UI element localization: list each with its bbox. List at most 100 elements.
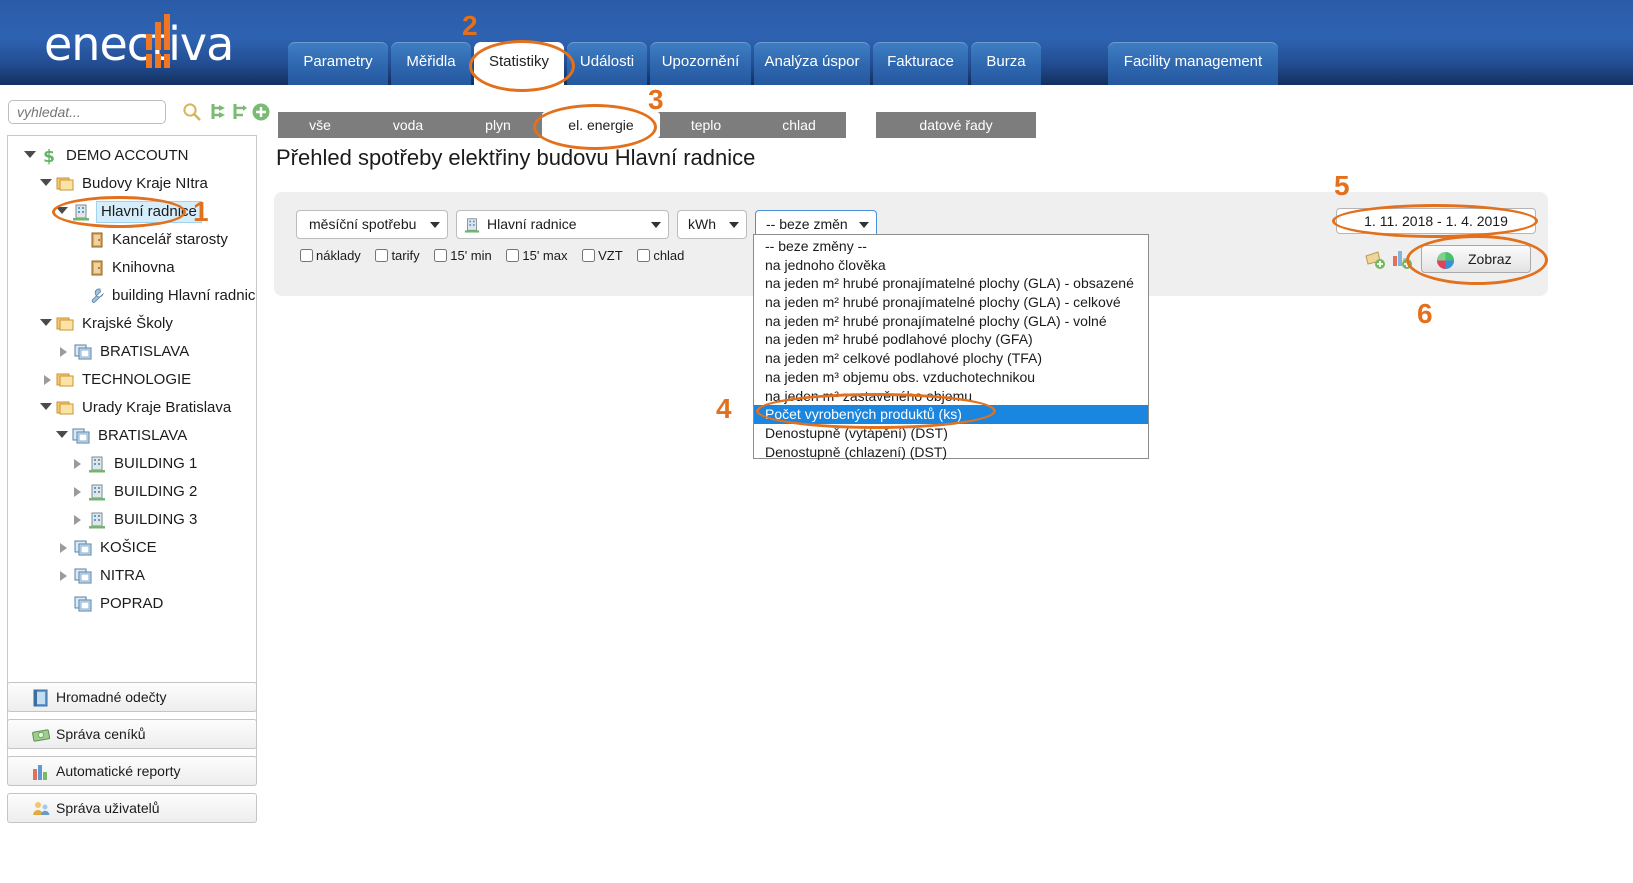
automatic-reports-button[interactable]: Automatické reporty	[7, 756, 257, 786]
tree-item-hlavni-radnice[interactable]: Hlavní radnice	[8, 198, 256, 226]
subnav-datove-rady[interactable]: datové řady	[876, 112, 1036, 138]
chevron-right-icon[interactable]	[44, 375, 51, 385]
chevron-right-icon[interactable]	[74, 459, 81, 469]
user-management-button[interactable]: Správa uživatelů	[7, 793, 257, 823]
tree-item-poprad[interactable]: POPRAD	[8, 590, 256, 618]
chevron-down-icon[interactable]	[56, 207, 68, 214]
collapse-tree-icon[interactable]	[229, 102, 249, 122]
tree-item-kosice[interactable]: KOŠICE	[8, 534, 256, 562]
chevron-right-icon[interactable]	[60, 543, 67, 553]
tab-burza[interactable]: Burza	[971, 42, 1041, 85]
tree-item-budovy-kraje-nitra[interactable]: Budovy Kraje NItra	[8, 170, 256, 198]
tree-item-bratislava-urady[interactable]: BRATISLAVA	[8, 422, 256, 450]
tree-item-knihovna[interactable]: Knihovna	[8, 254, 256, 282]
chevron-right-icon[interactable]	[74, 515, 81, 525]
tree-item-building-2[interactable]: BUILDING 2	[8, 478, 256, 506]
metric-checkboxes: náklady tarify 15' min 15' max VZT chlad	[296, 246, 691, 265]
subnav-vse[interactable]: vše	[278, 112, 362, 138]
dropdown-option[interactable]: na jeden m² celkové podlahové plochy (TF…	[754, 349, 1148, 368]
svg-text:$: $	[43, 147, 55, 165]
tree-item-bratislava-skoly[interactable]: BRATISLAVA	[8, 338, 256, 366]
subnav-teplo[interactable]: teplo	[660, 112, 752, 138]
subnav-voda[interactable]: voda	[362, 112, 454, 138]
checkbox-input[interactable]	[300, 249, 313, 262]
dropdown-option-selected[interactable]: Počet vyrobených produktů (ks)	[754, 405, 1148, 424]
add-chart-icon[interactable]	[1391, 248, 1413, 270]
tree-item-krajske-skoly[interactable]: Krajské Školy	[8, 310, 256, 338]
dropdown-option[interactable]: na jeden m³ objemu obs. vzduchotechnikou	[754, 368, 1148, 387]
subnav-chlad[interactable]: chlad	[752, 112, 846, 138]
search-icon[interactable]	[182, 102, 202, 122]
chevron-down-icon[interactable]	[40, 403, 52, 410]
tree-item-label: BRATISLAVA	[100, 338, 189, 366]
tree-item-label: Budovy Kraje NItra	[82, 170, 208, 198]
checkbox-input[interactable]	[637, 249, 650, 262]
date-range-field[interactable]: 1. 11. 2018 - 1. 4. 2019	[1336, 208, 1536, 234]
search-input[interactable]	[8, 100, 166, 124]
dropdown-option[interactable]: na jeden m² hrubé pronajímatelné plochy …	[754, 312, 1148, 331]
unit-select-value: kWh	[688, 216, 716, 232]
tab-label: Události	[580, 53, 634, 70]
chevron-right-icon[interactable]	[60, 571, 67, 581]
add-icon[interactable]	[251, 102, 271, 122]
checkbox-tarify[interactable]: tarify	[371, 248, 419, 263]
show-button[interactable]: Zobraz	[1421, 245, 1531, 273]
unit-select[interactable]: kWh	[677, 210, 747, 239]
chevron-right-icon[interactable]	[60, 347, 67, 357]
tab-udalosti[interactable]: Události	[567, 42, 647, 85]
chevron-down-icon[interactable]	[40, 319, 52, 326]
object-tree[interactable]: $ DEMO ACCOUTN Budovy Kraje NItra Hlavní…	[7, 135, 257, 760]
dropdown-option[interactable]: na jeden m² hrubé pronajímatelné plochy …	[754, 274, 1148, 293]
expand-tree-icon[interactable]	[207, 102, 227, 122]
subnav-el-energie[interactable]: el. energie	[542, 112, 660, 138]
show-button-label: Zobraz	[1468, 246, 1512, 272]
tree-item-demo-accoutn[interactable]: $ DEMO ACCOUTN	[8, 142, 256, 170]
checkbox-vzt[interactable]: VZT	[578, 248, 623, 263]
dropdown-option[interactable]: -- beze změny --	[754, 237, 1148, 256]
checkbox-input[interactable]	[582, 249, 595, 262]
checkbox-input[interactable]	[506, 249, 519, 262]
dropdown-option[interactable]: na jednoho člověka	[754, 256, 1148, 275]
object-select[interactable]: Hlavní radnice	[456, 210, 669, 239]
checkbox-chlad[interactable]: chlad	[633, 248, 684, 263]
tree-item-building-3[interactable]: BUILDING 3	[8, 506, 256, 534]
tab-analyza-uspor[interactable]: Analýza úspor	[754, 42, 870, 85]
export-excel-icon[interactable]	[1364, 248, 1386, 270]
tree-item-building-1[interactable]: BUILDING 1	[8, 450, 256, 478]
period-select[interactable]: měsíční spotřebu	[296, 210, 448, 239]
chevron-right-icon[interactable]	[74, 487, 81, 497]
tree-item-label: Knihovna	[112, 254, 175, 282]
dropdown-option[interactable]: na jeden m³ zastavěného objemu	[754, 387, 1148, 406]
checkbox-input[interactable]	[434, 249, 447, 262]
campus-icon	[74, 343, 92, 361]
checkbox-naklady[interactable]: náklady	[296, 248, 361, 263]
tab-label: Statistiky	[489, 53, 549, 70]
chevron-down-icon[interactable]	[40, 179, 52, 186]
tab-meridla[interactable]: Měřidla	[391, 42, 471, 85]
chevron-down-icon[interactable]	[56, 431, 68, 438]
tree-item-urady-kraje-bratislava[interactable]: Urady Kraje Bratislava	[8, 394, 256, 422]
tree-item-technologie[interactable]: TECHNOLOGIE	[8, 366, 256, 394]
subnav-plyn[interactable]: plyn	[454, 112, 542, 138]
checkbox-15-min[interactable]: 15' min	[430, 248, 492, 263]
normalization-dropdown-list[interactable]: -- beze změny -- na jednoho člověka na j…	[753, 234, 1149, 459]
dropdown-option[interactable]: na jeden m² hrubé podlahové plochy (GFA)	[754, 330, 1148, 349]
tree-item-building-hlavni-radnice[interactable]: building Hlavní radnice	[8, 282, 256, 310]
bulk-readings-button[interactable]: Hromadné odečty	[7, 682, 257, 712]
tab-parametry[interactable]: Parametry	[288, 42, 388, 85]
campus-icon	[74, 539, 92, 557]
tab-fakturace[interactable]: Fakturace	[873, 42, 968, 85]
tab-facility-management[interactable]: Facility management	[1108, 42, 1278, 85]
subnav-label: teplo	[691, 117, 721, 133]
tree-item-kancelar-starosty[interactable]: Kancelář starosty	[8, 226, 256, 254]
dropdown-option[interactable]: Denostupně (chlazení) (DST)	[754, 443, 1148, 462]
checkbox-15-max[interactable]: 15' max	[502, 248, 567, 263]
price-lists-button[interactable]: Správa ceníků	[7, 719, 257, 749]
checkbox-input[interactable]	[375, 249, 388, 262]
dropdown-option[interactable]: Denostupně (vytápění) (DST)	[754, 424, 1148, 443]
tree-item-nitra[interactable]: NITRA	[8, 562, 256, 590]
dropdown-option[interactable]: na jeden m² hrubé pronajímatelné plochy …	[754, 293, 1148, 312]
tab-upozorneni[interactable]: Upozornění	[650, 42, 751, 85]
chevron-down-icon[interactable]	[24, 151, 36, 158]
tab-statistiky[interactable]: Statistiky	[474, 42, 564, 85]
